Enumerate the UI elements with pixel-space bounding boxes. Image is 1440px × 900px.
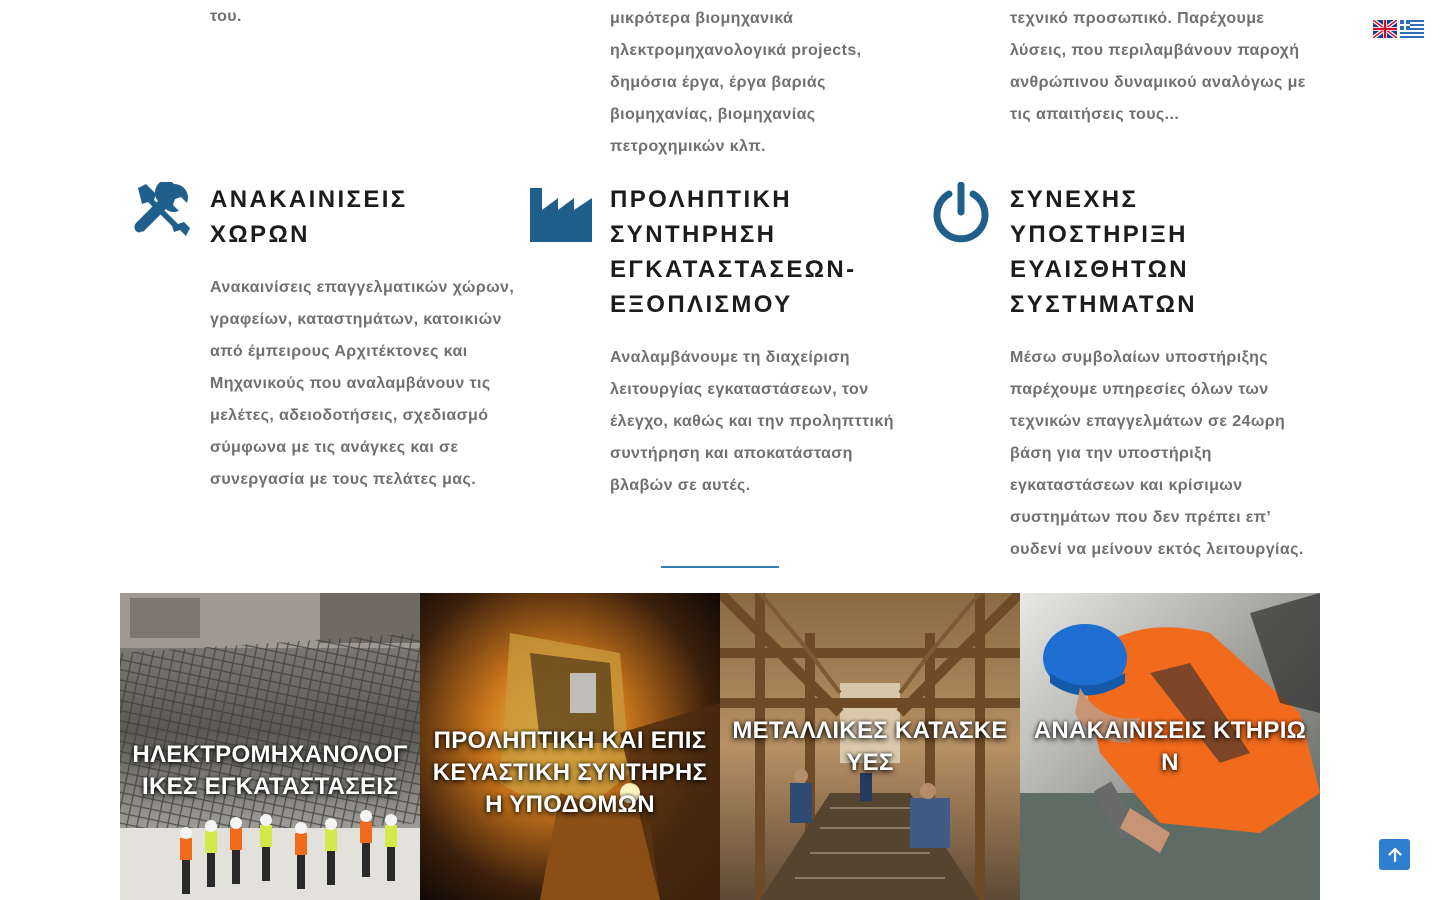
greek-flag-icon[interactable] [1400, 20, 1424, 38]
arrow-up-icon [1387, 847, 1402, 862]
tile-title: ΠΡΟΛΗΠΤΙΚΗ ΚΑΙ ΕΠΙΣΚΕΥΑΣΤΙΚΗ ΣΥΝΤΗΡΗΣΗ Υ… [432, 727, 708, 818]
text-line: λύσεις, που περιλαμβάνουν παροχή [1010, 42, 1300, 59]
text-line: βιομηχανίας, βιομηχανίας [610, 106, 816, 123]
tile-building-renovations[interactable]: ΑΝΑΚΑΙΝΙΣΕΙΣ ΚΤΗΡΙΩΝ [1020, 593, 1320, 900]
service-continuous-support: ΣΥΝΕΧΗΣ ΥΠΟΣΤΗΡΙΞΗ ΕΥΑΙΣΘΗΤΩΝ ΣΥΣΤΗΜΑΤΩΝ… [930, 182, 1330, 558]
service-description: Μέσω συμβολαίων υποστήριξης παρέχουμε υπ… [1010, 349, 1304, 558]
language-switcher [1373, 20, 1424, 38]
tile-title: ΗΛΕΚΤΡΟΜΗΧΑΝΟΛΟΓΙΚΕΣ ΕΓΚΑΤΑΣΤΑΣΕΙΣ [132, 741, 408, 800]
section-divider [661, 566, 779, 568]
intro-text-col1: του. [210, 1, 242, 33]
power-icon [930, 182, 992, 244]
text-line: του. [210, 8, 242, 25]
service-description: Ανακαινίσεις επαγγελματικών χώρων, γραφε… [210, 279, 515, 488]
service-text: ΣΥΝΕΧΗΣ ΥΠΟΣΤΗΡΙΞΗ ΕΥΑΙΣΘΗΤΩΝ ΣΥΣΤΗΜΑΤΩΝ… [1010, 182, 1315, 566]
intro-text-col3: τεχνικό προσωπικό. Παρέχουμε λύσεις, που… [1010, 3, 1306, 131]
service-title: ΠΡΟΛΗΠΤΙΚΗ ΣΥΝΤΗΡΗΣΗ ΕΓΚΑΤΑΣΤΑΣΕΩΝ-ΕΞΟΠΛ… [610, 186, 857, 318]
tile-maintenance[interactable]: ΠΡΟΛΗΠΤΙΚΗ ΚΑΙ ΕΠΙΣΚΕΥΑΣΤΙΚΗ ΣΥΝΤΗΡΗΣΗ Υ… [420, 593, 720, 900]
tools-icon [130, 182, 192, 244]
tile-metal-structures[interactable]: ΜΕΤΑΛΛΙΚΕΣ ΚΑΤΑΣΚΕΥΕΣ [720, 593, 1020, 900]
text-line: ανθρώπινου δυναμικού αναλόγως με [1010, 74, 1306, 91]
text-line: ηλεκτρομηχανολογικά projects, [610, 42, 862, 59]
text-line: δημόσια έργα, έργα βαριάς [610, 74, 826, 91]
factory-icon [530, 182, 592, 244]
uk-flag-icon[interactable] [1373, 20, 1397, 38]
service-text: ΑΝΑΚΑΙΝΙΣΕΙΣ ΧΩΡΩΝ Ανακαινίσεις επαγγελμ… [210, 182, 515, 496]
text-line: τεχνικό προσωπικό. Παρέχουμε [1010, 10, 1265, 27]
intro-text-col2: μικρότερα βιομηχανικά ηλεκτρομηχανολογικ… [610, 3, 861, 163]
service-preventive-maintenance: ΠΡΟΛΗΠΤΙΚΗ ΣΥΝΤΗΡΗΣΗ ΕΓΚΑΤΑΣΤΑΣΕΩΝ-ΕΞΟΠΛ… [530, 182, 930, 512]
service-text: ΠΡΟΛΗΠΤΙΚΗ ΣΥΝΤΗΡΗΣΗ ΕΓΚΑΤΑΣΤΑΣΕΩΝ-ΕΞΟΠΛ… [610, 182, 915, 502]
service-renovations: ΑΝΑΚΑΙΝΙΣΕΙΣ ΧΩΡΩΝ Ανακαινίσεις επαγγελμ… [130, 182, 530, 488]
text-line: τις απαιτήσεις τους... [1010, 106, 1180, 123]
tile-title: ΑΝΑΚΑΙΝΙΣΕΙΣ ΚΤΗΡΙΩΝ [1033, 716, 1307, 776]
service-title: ΣΥΝΕΧΗΣ ΥΠΟΣΤΗΡΙΞΗ ΕΥΑΙΣΘΗΤΩΝ ΣΥΣΤΗΜΑΤΩΝ [1010, 186, 1197, 318]
text-line: πετροχημικών κλπ. [610, 138, 766, 155]
tile-electromechanical[interactable]: ΗΛΕΚΤΡΟΜΗΧΑΝΟΛΟΓΙΚΕΣ ΕΓΚΑΤΑΣΤΑΣΕΙΣ [120, 593, 420, 900]
tile-title: ΜΕΤΑΛΛΙΚΕΣ ΚΑΤΑΣΚΕΥΕΣ [732, 716, 1008, 776]
service-description: Αναλαμβάνουμε τη διαχείριση λειτουργίας … [610, 349, 894, 494]
service-title: ΑΝΑΚΑΙΝΙΣΕΙΣ ΧΩΡΩΝ [210, 186, 408, 248]
text-line: μικρότερα βιομηχανικά [610, 10, 794, 27]
scroll-to-top-button[interactable] [1379, 839, 1410, 870]
category-tiles: ΗΛΕΚΤΡΟΜΗΧΑΝΟΛΟΓΙΚΕΣ ΕΓΚΑΤΑΣΤΑΣΕΙΣ ΠΡΟΛΗ… [120, 593, 1320, 900]
